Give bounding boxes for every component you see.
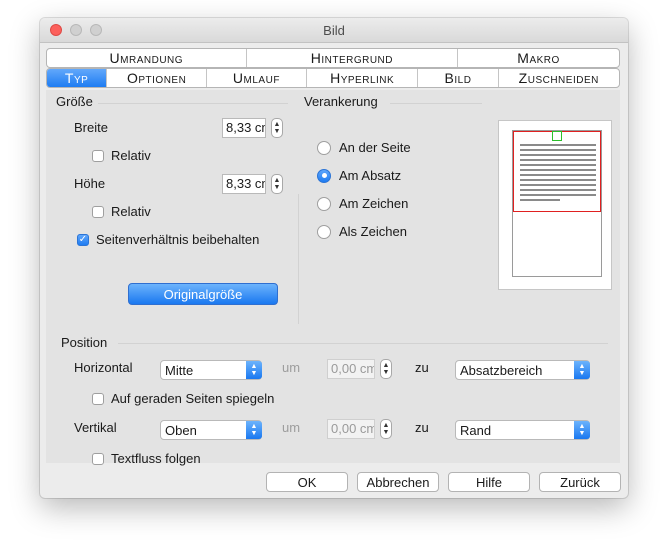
title-bar[interactable]: Bild xyxy=(40,18,628,43)
checkbox-box[interactable] xyxy=(92,452,104,465)
anchor-radio-page-label: An der Seite xyxy=(339,140,411,155)
height-label: Höhe xyxy=(74,176,106,191)
height-stepper-arrows[interactable]: ▲ ▼ xyxy=(271,174,283,194)
horizontal-label: Horizontal xyxy=(74,360,133,375)
width-stepper: 8,33 cm ▲▼ xyxy=(222,117,283,139)
anchor-marker-icon xyxy=(552,131,562,141)
anchor-heading-divider xyxy=(390,103,482,104)
tab-umlauf[interactable]: Umlauf xyxy=(207,69,307,87)
horizontal-offset-input[interactable]: 0,00 cm xyxy=(327,359,375,379)
follow-text-flow-checkbox[interactable]: Textfluss folgen xyxy=(92,451,201,466)
height-relative-checkbox[interactable]: Relativ xyxy=(92,204,151,219)
keep-ratio-checkbox[interactable]: ✓ Seitenverhältnis beibehalten xyxy=(77,232,259,247)
mirror-even-pages-checkbox[interactable]: Auf geraden Seiten spiegeln xyxy=(92,391,274,406)
vertical-to-label: zu xyxy=(415,420,429,435)
tab-typ[interactable]: Typ xyxy=(47,69,108,87)
anchor-radio-as-character[interactable]: Als Zeichen xyxy=(317,224,407,239)
tab-optionen[interactable]: Optionen xyxy=(107,69,208,87)
anchor-heading: Verankerung xyxy=(304,94,378,109)
height-input[interactable]: 8,33 cm xyxy=(222,174,266,194)
chevron-down-icon: ▼ xyxy=(273,184,281,191)
position-heading: Position xyxy=(61,335,108,350)
anchor-radio-character[interactable]: Am Zeichen xyxy=(317,196,408,211)
anchor-radio-as-character-label: Als Zeichen xyxy=(339,224,407,239)
vertical-offset-stepper: 0,00 cm ▲ ▼ xyxy=(327,418,392,440)
vertical-offset-arrows[interactable]: ▲ ▼ xyxy=(380,419,392,439)
vertical-to-select-value: Rand xyxy=(460,422,492,438)
vertical-select[interactable]: Oben ▲ ▼ xyxy=(160,420,262,440)
image-dialog: Bild Umrandung Hintergrund Makro Typ Opt… xyxy=(40,18,628,498)
size-heading-divider xyxy=(98,103,288,104)
chevron-down-icon: ▼ xyxy=(382,369,390,376)
anchor-radio-paragraph-label: Am Absatz xyxy=(339,168,402,183)
vertical-select-value: Oben xyxy=(165,422,197,438)
mirror-even-pages-label: Auf geraden Seiten spiegeln xyxy=(111,391,275,406)
chevron-up-icon: ▲ xyxy=(382,362,390,369)
width-relative-checkbox[interactable]: Relativ xyxy=(92,148,151,163)
chevron-down-icon: ▼ xyxy=(382,429,390,436)
tab-row-top: Umrandung Hintergrund Makro xyxy=(46,48,620,68)
anchor-radio-character-label: Am Zeichen xyxy=(339,196,409,211)
checkmark-icon[interactable]: ✓ xyxy=(77,233,89,246)
updown-chevron-icon: ▲ ▼ xyxy=(246,421,262,439)
checkbox-box[interactable] xyxy=(92,392,104,405)
anchor-radio-page[interactable]: An der Seite xyxy=(317,140,411,155)
radio-button-selected[interactable] xyxy=(317,168,331,183)
tab-bild[interactable]: Bild xyxy=(418,69,499,87)
original-size-button[interactable]: Originalgröße xyxy=(128,283,278,305)
updown-chevron-icon: ▲ ▼ xyxy=(246,361,262,379)
vertical-by-label: um xyxy=(282,420,301,435)
width-relative-label: Relativ xyxy=(111,148,151,163)
position-heading-divider xyxy=(118,343,608,344)
horizontal-to-select-value: Absatzbereich xyxy=(460,362,543,378)
preview-text-lines xyxy=(520,144,596,204)
height-relative-label: Relativ xyxy=(111,204,151,219)
updown-chevron-icon: ▲ ▼ xyxy=(574,361,590,379)
horizontal-by-label: um xyxy=(282,360,301,375)
tab-zuschneiden[interactable]: Zuschneiden xyxy=(499,69,620,87)
preview-image-frame xyxy=(513,131,601,212)
horizontal-select-value: Mitte xyxy=(165,362,194,378)
chevron-up-icon: ▲ xyxy=(382,422,390,429)
tab-panel-typ: Größe Breite 8,33 cm ▲▼ Relativ Höhe 8,3… xyxy=(46,90,620,466)
tab-hyperlink[interactable]: Hyperlink xyxy=(307,69,419,87)
size-heading: Größe xyxy=(56,94,93,109)
chevron-up-icon: ▲ xyxy=(273,177,281,184)
horizontal-offset-stepper: 0,00 cm ▲ ▼ xyxy=(327,358,392,380)
width-stepper-arrows[interactable]: ▲ ▼ xyxy=(271,118,283,138)
tab-umrandung[interactable]: Umrandung xyxy=(47,49,247,67)
anchor-preview xyxy=(498,120,612,290)
updown-chevron-icon: ▲ ▼ xyxy=(574,421,590,439)
width-label: Breite xyxy=(74,120,108,135)
checkbox-box[interactable] xyxy=(92,205,104,218)
vertical-to-select[interactable]: Rand ▲ ▼ xyxy=(455,420,590,440)
reset-button[interactable]: Zurück xyxy=(539,472,621,492)
height-stepper: 8,33 cm ▲▼ xyxy=(222,173,283,195)
window-title: Bild xyxy=(323,23,345,38)
follow-text-flow-label: Textfluss folgen xyxy=(111,451,201,466)
keep-ratio-label: Seitenverhältnis beibehalten xyxy=(96,232,260,247)
tab-hintergrund[interactable]: Hintergrund xyxy=(247,49,459,67)
help-button[interactable]: Hilfe xyxy=(448,472,530,492)
tab-makro[interactable]: Makro xyxy=(458,49,619,67)
radio-button[interactable] xyxy=(317,224,331,239)
vertical-label: Vertikal xyxy=(74,420,117,435)
chevron-up-icon: ▲ xyxy=(273,121,281,128)
chevron-down-icon: ▼ xyxy=(273,128,281,135)
horizontal-to-select[interactable]: Absatzbereich ▲ ▼ xyxy=(455,360,590,380)
radio-button[interactable] xyxy=(317,140,331,155)
cancel-button[interactable]: Abbrechen xyxy=(357,472,439,492)
radio-button[interactable] xyxy=(317,196,331,211)
ok-button[interactable]: OK xyxy=(266,472,348,492)
vertical-offset-input[interactable]: 0,00 cm xyxy=(327,419,375,439)
anchor-radio-paragraph[interactable]: Am Absatz xyxy=(317,168,401,183)
horizontal-to-label: zu xyxy=(415,360,429,375)
column-divider xyxy=(298,194,299,324)
checkbox-box[interactable] xyxy=(92,149,104,162)
horizontal-offset-arrows[interactable]: ▲ ▼ xyxy=(380,359,392,379)
tab-row-bottom: Typ Optionen Umlauf Hyperlink Bild Zusch… xyxy=(46,68,620,88)
width-input[interactable]: 8,33 cm xyxy=(222,118,266,138)
horizontal-select[interactable]: Mitte ▲ ▼ xyxy=(160,360,262,380)
preview-page xyxy=(512,130,602,277)
